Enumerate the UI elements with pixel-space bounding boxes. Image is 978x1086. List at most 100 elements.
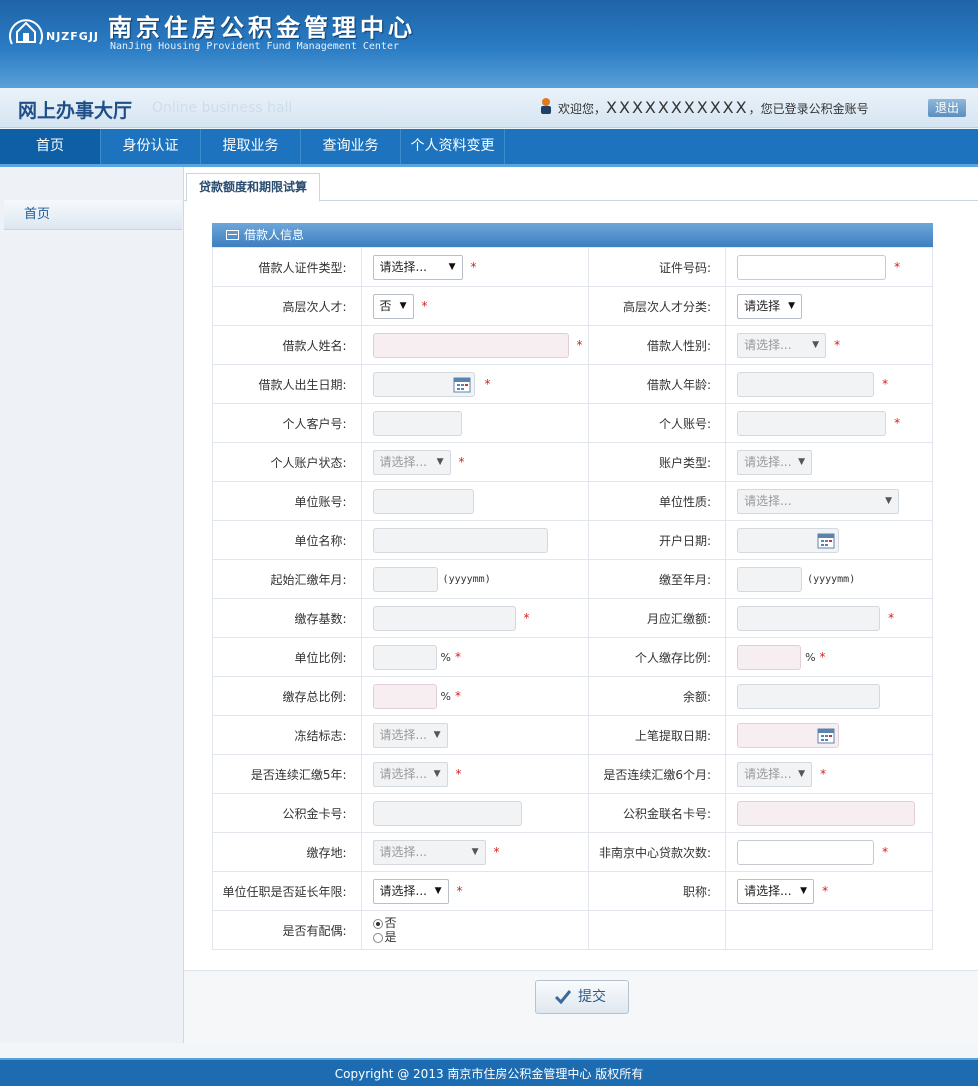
table-row: 借款人姓名: * 借款人性别: 请选择... ▼ * (212, 325, 933, 365)
table-row: 单位账号: 单位性质: 请选择... ▼ (212, 481, 933, 521)
check-icon (554, 990, 572, 1005)
end-month-input[interactable] (737, 566, 803, 592)
card-icon (226, 230, 239, 240)
label-borrower-name: 借款人姓名: (212, 325, 362, 365)
percent-sign: % (805, 650, 816, 664)
sidebar-item-home[interactable]: 首页 (4, 200, 182, 230)
table-row: 是否连续汇缴5年: 请选择... ▼ * 是否连续汇缴6个月: 请选择... ▼ * (212, 754, 933, 794)
unit-ratio-input[interactable] (372, 644, 437, 670)
deposit-base-input[interactable] (372, 605, 516, 631)
calendar-icon[interactable] (815, 725, 837, 746)
label-id-number: 证件号码: (588, 247, 727, 287)
required-mark: * (455, 650, 461, 664)
nav-item-identity[interactable]: 身份认证 (101, 129, 201, 164)
hall-bar: 网上办事大厅 Online business hall 欢迎您，XXXXXXXX… (0, 88, 978, 128)
nav-item-profile[interactable]: 个人资料变更 (401, 129, 505, 164)
calendar-icon[interactable] (451, 374, 473, 395)
table-row: 公积金卡号: 公积金联名卡号: (212, 793, 933, 833)
id-type-select[interactable]: 请选择... ▼ (372, 254, 463, 280)
talent-category-select[interactable]: 请选择 ▼ (737, 293, 803, 319)
table-row: 缴存基数: * 月应汇缴额: * (212, 598, 933, 638)
account-no-input[interactable] (737, 410, 887, 436)
label-borrower-age: 借款人年龄: (588, 364, 727, 404)
site-subtitle: NanJing Housing Provident Fund Managemen… (110, 41, 399, 52)
start-month-input[interactable] (372, 566, 438, 592)
talent-select[interactable]: 否 ▼ (372, 293, 414, 319)
monthly-amount-input[interactable] (737, 605, 881, 631)
footer-gap (0, 1043, 978, 1058)
hall-title: 网上办事大厅 (18, 100, 133, 122)
table-row: 冻结标志: 请选择... ▼ 上笔提取日期: (212, 715, 933, 755)
deposit-place-select[interactable]: 请选择... ▼ (372, 839, 486, 865)
unit-account-input[interactable] (372, 488, 474, 514)
required-mark: * (576, 338, 583, 352)
account-status-select[interactable]: 请选择... ▼ (372, 449, 451, 475)
table-row: 个人账户状态: 请选择... ▼ * 账户类型: 请选择... ▼ (212, 442, 933, 482)
table-row: 单位比例: % * 个人缴存比例: % * (212, 637, 933, 677)
job-title-select[interactable]: 请选择... ▼ (737, 878, 815, 904)
required-mark: * (455, 689, 461, 703)
total-ratio-input[interactable] (372, 683, 437, 709)
submit-button[interactable]: 提交 (535, 980, 629, 1014)
nav-item-query[interactable]: 查询业务 (301, 129, 401, 164)
tab-strip: 贷款额度和期限试算 (184, 167, 978, 202)
tab-loan-calc[interactable]: 贷款额度和期限试算 (186, 173, 320, 202)
label-card-no: 公积金卡号: (212, 793, 362, 833)
hall-subtitle: Online business hall (152, 100, 293, 116)
freeze-flag-select[interactable]: 请选择... ▼ (372, 722, 448, 748)
required-mark: * (523, 611, 530, 625)
unit-name-input[interactable] (372, 527, 548, 553)
required-mark: * (484, 377, 491, 391)
logout-button[interactable]: 退出 (928, 99, 966, 117)
radio-icon (372, 918, 383, 929)
label-has-spouse: 是否有配偶: (212, 910, 362, 950)
logo-house-icon (9, 19, 43, 45)
label-continuous-5y: 是否连续汇缴5年: (212, 754, 362, 794)
borrower-name-input[interactable] (372, 332, 569, 358)
required-mark: * (834, 338, 841, 352)
required-mark: * (888, 611, 895, 625)
masked-account: XXXXXXXXXXX (606, 98, 749, 117)
personal-ratio-input[interactable] (737, 644, 802, 670)
spouse-radio-no[interactable]: 否 (372, 916, 397, 930)
label-start-month: 起始汇缴年月: (212, 559, 362, 599)
welcome-text: 欢迎您，XXXXXXXXXXX，您已登录公积金账号 (558, 98, 869, 117)
percent-sign: % (440, 650, 451, 664)
label-balance: 余额: (588, 676, 727, 716)
customer-no-input[interactable] (372, 410, 462, 436)
id-number-input[interactable] (737, 254, 887, 280)
nav-item-withdraw[interactable]: 提取业务 (201, 129, 301, 164)
non-nanjing-loans-input[interactable] (737, 839, 875, 865)
format-hint: (yyyymm) (442, 573, 491, 585)
gender-select[interactable]: 请选择... ▼ (737, 332, 827, 358)
required-mark: * (458, 455, 465, 469)
continuous-5y-select[interactable]: 请选择... ▼ (372, 761, 448, 787)
cobrand-card-no-input[interactable] (737, 800, 916, 826)
main-content: 贷款额度和期限试算 借款人信息 借款人证件类型: 请选择... ▼ * 证件号码: … (184, 167, 978, 1043)
format-hint: (yyyymm) (807, 573, 856, 585)
continuous-6m-select[interactable]: 请选择... ▼ (737, 761, 813, 787)
label-birth-date: 借款人出生日期: (212, 364, 362, 404)
nav-item-home[interactable]: 首页 (0, 129, 101, 164)
label-deposit-base: 缴存基数: (212, 598, 362, 638)
borrower-age-input[interactable] (737, 371, 875, 397)
label-borrower-gender: 借款人性别: (588, 325, 727, 365)
extend-years-select[interactable]: 请选择... ▼ (372, 878, 449, 904)
table-row: 缴存地: 请选择... ▼ * 非南京中心贷款次数: * (212, 832, 933, 872)
account-type-select[interactable]: 请选择... ▼ (737, 449, 813, 475)
required-mark: * (820, 767, 827, 781)
label-open-date: 开户日期: (588, 520, 727, 560)
label-continuous-6m: 是否连续汇缴6个月: (588, 754, 727, 794)
panel-title: 借款人信息 (244, 228, 305, 242)
spouse-radio-yes[interactable]: 是 (372, 930, 397, 944)
label-last-withdraw-date: 上笔提取日期: (588, 715, 727, 755)
logo-text: NJZFGJJ (46, 30, 100, 43)
card-no-input[interactable] (372, 800, 522, 826)
balance-input[interactable] (737, 683, 881, 709)
unit-nature-select[interactable]: 请选择... ▼ (737, 488, 900, 514)
label-customer-no: 个人客户号: (212, 403, 362, 443)
calendar-icon[interactable] (815, 530, 837, 551)
label-deposit-place: 缴存地: (212, 832, 362, 872)
table-row: 借款人证件类型: 请选择... ▼ * 证件号码: * (212, 247, 933, 287)
footer: Copyright @ 2013 南京市住房公积金管理中心 版权所有 (0, 1058, 978, 1086)
